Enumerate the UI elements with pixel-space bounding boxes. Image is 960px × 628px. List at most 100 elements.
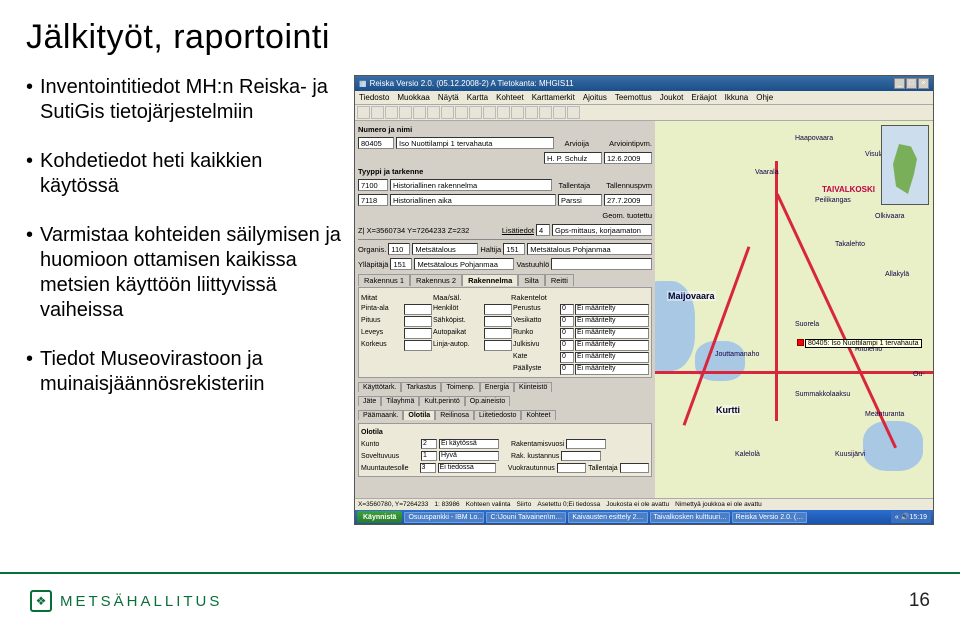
muuntautesolle-code[interactable]: 3: [420, 463, 436, 473]
soveltuvuus-code[interactable]: 1: [421, 451, 437, 461]
toolbar-button[interactable]: [371, 106, 384, 119]
linjaautop-input[interactable]: [484, 340, 512, 351]
tab-kohteet[interactable]: Kohteet: [521, 410, 555, 420]
tab-kiinteisto[interactable]: Kiinteistö: [514, 382, 552, 392]
lisatiedot-link[interactable]: Lisätiedot: [502, 226, 534, 235]
maximize-button[interactable]: □: [906, 78, 917, 89]
vuokrautunnus-input[interactable]: [557, 463, 586, 473]
yllapitaja-text[interactable]: Metsätalous Pohjanmaa: [414, 258, 514, 270]
close-button[interactable]: ×: [918, 78, 929, 89]
organis-text[interactable]: Metsätalous: [412, 243, 478, 255]
tab-tarkastus[interactable]: Tarkastus: [401, 382, 441, 392]
taskbar-button[interactable]: Reiska Versio 2.0. (…: [732, 512, 808, 523]
menu-item[interactable]: Joukot: [660, 93, 684, 102]
perustus-code[interactable]: 0: [560, 304, 574, 315]
toolbar-button[interactable]: [455, 106, 468, 119]
tarkenne-code-input[interactable]: 7118: [358, 194, 388, 206]
arvioija-input[interactable]: H. P. Schulz: [544, 152, 602, 164]
toolbar-button[interactable]: [413, 106, 426, 119]
taskbar-button[interactable]: C:\Jouni Taivainen\m…: [486, 512, 566, 523]
toolbar-button[interactable]: [567, 106, 580, 119]
inset-map[interactable]: [881, 125, 929, 205]
numero-input[interactable]: 80405: [358, 137, 394, 149]
nimi-input[interactable]: Iso Nuottilampi 1 tervahauta: [396, 137, 554, 149]
henkilot-input[interactable]: [484, 304, 512, 315]
tallentaja2-input[interactable]: [620, 463, 649, 473]
tab-liitetiedosto[interactable]: Liitetiedosto: [474, 410, 521, 420]
menu-item[interactable]: Ajoitus: [583, 93, 607, 102]
muuntautesolle-text[interactable]: Ei tiedossa: [438, 463, 497, 473]
toolbar-button[interactable]: [357, 106, 370, 119]
kate-text[interactable]: Ei määritelty: [575, 352, 649, 363]
tab-toimenp[interactable]: Toimenp.: [441, 382, 479, 392]
tab-opaineisto[interactable]: Op.aineisto: [465, 396, 510, 406]
map-marker-icon[interactable]: [797, 339, 804, 346]
tallentaja-input[interactable]: Parssi: [558, 194, 602, 206]
toolbar-button[interactable]: [553, 106, 566, 119]
haltija-text[interactable]: Metsätalous Pohjanmaa: [527, 243, 652, 255]
tyyppi-text-input[interactable]: Historiallinen rakennelma: [390, 179, 552, 191]
tyyppi-code-input[interactable]: 7100: [358, 179, 388, 191]
arviointipvm-input[interactable]: 12.6.2009: [604, 152, 652, 164]
perustus-text[interactable]: Ei määritelty: [575, 304, 649, 315]
toolbar-button[interactable]: [469, 106, 482, 119]
pituus-input[interactable]: [404, 316, 432, 327]
julkisivu-code[interactable]: 0: [560, 340, 574, 351]
menu-item[interactable]: Teemottus: [615, 93, 652, 102]
menu-item[interactable]: Kohteet: [496, 93, 524, 102]
menu-item[interactable]: Muokkaa: [397, 93, 429, 102]
yllapitaja-code[interactable]: 151: [390, 258, 412, 270]
toolbar-button[interactable]: [511, 106, 524, 119]
toolbar-button[interactable]: [399, 106, 412, 119]
organis-code[interactable]: 110: [388, 243, 410, 255]
kunto-code[interactable]: 2: [421, 439, 437, 449]
tab-rakennus1[interactable]: Rakennus 1: [358, 274, 410, 286]
toolbar-button[interactable]: [497, 106, 510, 119]
tab-rakennelma[interactable]: Rakennelma: [462, 274, 518, 286]
sahkopist-input[interactable]: [484, 316, 512, 327]
korkeus-input[interactable]: [404, 340, 432, 351]
autopaikat-input[interactable]: [484, 328, 512, 339]
toolbar-button[interactable]: [539, 106, 552, 119]
tallennuspvm-input[interactable]: 27.7.2009: [604, 194, 652, 206]
tab-jate[interactable]: Jäte: [358, 396, 381, 406]
soveltuvuus-text[interactable]: Hyvä: [439, 451, 499, 461]
map-pane[interactable]: Haapovaara Vaarala Visulampi Peilikangas…: [655, 121, 933, 501]
haltija-code[interactable]: 151: [503, 243, 525, 255]
menu-item[interactable]: Kartta: [467, 93, 488, 102]
geom-code-input[interactable]: 4: [536, 224, 550, 236]
rakkustannus-input[interactable]: [561, 451, 601, 461]
toolbar-button[interactable]: [441, 106, 454, 119]
minimize-button[interactable]: _: [894, 78, 905, 89]
menu-bar[interactable]: Tiedosto Muokkaa Näytä Kartta Kohteet Ka…: [355, 91, 933, 105]
menu-item[interactable]: Eräajot: [691, 93, 716, 102]
pintaala-input[interactable]: [404, 304, 432, 315]
kunto-text[interactable]: Ei käytössä: [439, 439, 499, 449]
toolbar-button[interactable]: [483, 106, 496, 119]
toolbar-button[interactable]: [525, 106, 538, 119]
vastuuhlo-input[interactable]: [551, 258, 652, 270]
tab-energia[interactable]: Energia: [480, 382, 514, 392]
toolbar-button[interactable]: [427, 106, 440, 119]
toolbar-button[interactable]: [385, 106, 398, 119]
tab-rakennus2[interactable]: Rakennus 2: [410, 274, 462, 286]
window-titlebar[interactable]: ▦ Reiska Versio 2.0. (05.12.2008-2) A Ti…: [355, 76, 933, 91]
kate-code[interactable]: 0: [560, 352, 574, 363]
menu-item[interactable]: Karttamerkit: [532, 93, 575, 102]
runko-code[interactable]: 0: [560, 328, 574, 339]
tab-reitti[interactable]: Reitti: [545, 274, 574, 286]
tarkenne-text-input[interactable]: Historiallinen aika: [390, 194, 556, 206]
leveys-input[interactable]: [404, 328, 432, 339]
tab-reilinosa[interactable]: Reilinosa: [435, 410, 474, 420]
tab-kultperinto[interactable]: Kult.perintö: [419, 396, 464, 406]
taskbar-button[interactable]: Kaivausten esittely 2…: [568, 512, 647, 523]
paallyste-text[interactable]: Ei määritelty: [575, 364, 649, 375]
paallyste-code[interactable]: 0: [560, 364, 574, 375]
menu-item[interactable]: Ohje: [756, 93, 773, 102]
taskbar-button[interactable]: Taivalkosken kulttuuri…: [650, 512, 730, 523]
rakentamisvuosi-input[interactable]: [566, 439, 606, 449]
menu-item[interactable]: Tiedosto: [359, 93, 389, 102]
runko-text[interactable]: Ei määritelty: [575, 328, 649, 339]
tab-tilayhma[interactable]: Tilayhmä: [381, 396, 419, 406]
tab-olotila[interactable]: Olotila: [403, 410, 435, 420]
